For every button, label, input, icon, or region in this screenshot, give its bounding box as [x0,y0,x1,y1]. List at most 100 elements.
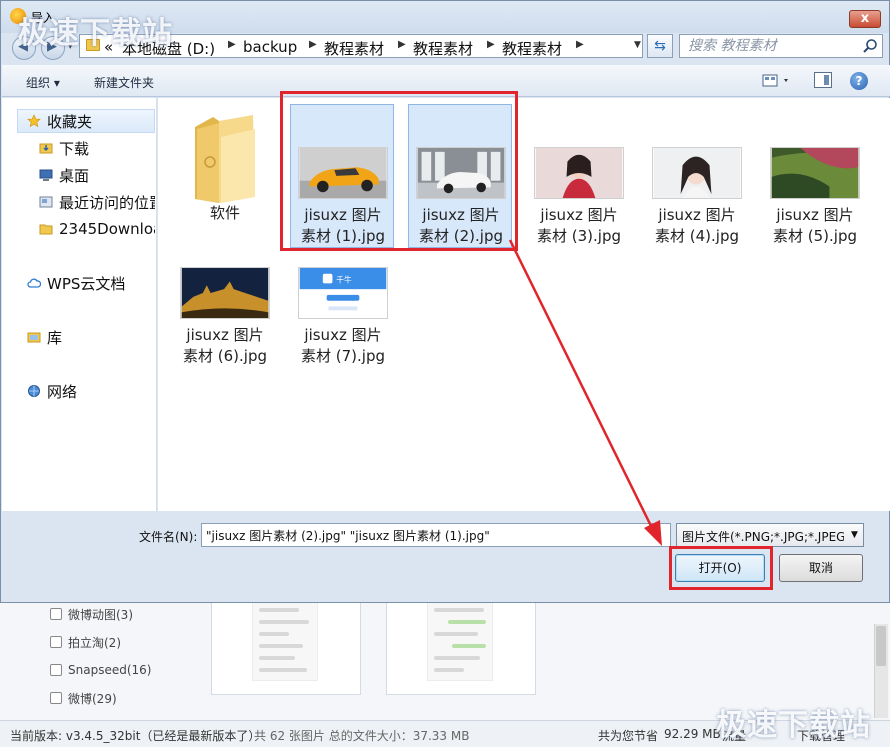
file-name: jisuxz 图片 [540,206,618,224]
search-icon[interactable] [862,38,878,54]
network-icon [28,385,40,397]
file-name: jisuxz 图片 [776,206,854,224]
album-item[interactable]: Snapseed(16) [50,660,151,680]
nav-label: 网络 [47,382,78,401]
chevron-right-icon[interactable]: ▶ [228,39,236,50]
filename-label: 文件名(N): [139,530,198,544]
nav-label: 2345Downloads [59,220,155,238]
search-box[interactable] [679,34,883,58]
chevron-down-icon: ▼ [851,530,858,540]
recent-places-icon [39,196,53,208]
help-icon[interactable]: ? [850,72,868,90]
search-input[interactable] [688,37,858,55]
desktop-icon [39,169,53,181]
open-button-highlight [669,546,773,590]
nav-desktop[interactable]: 桌面 [39,164,155,186]
album-icon [50,692,62,704]
nav-label: WPS云文档 [47,274,126,293]
nav-recent-places[interactable]: 最近访问的位置 [39,191,155,213]
portrait-photo-thumbnail [534,147,624,199]
nav-downloads[interactable]: 下载 [39,137,155,159]
file-name: jisuxz 图片 [186,326,264,344]
night-castle-photo-thumbnail [180,267,270,319]
file-name: jisuxz 图片 [304,326,382,344]
background-scrollbar-thumb[interactable] [876,626,886,666]
chevron-right-icon[interactable]: ▶ [487,39,495,50]
album-icon [50,664,62,676]
chevron-right-icon[interactable]: ▶ [576,39,584,50]
breadcrumb-current-folder[interactable]: 教程素材 [502,38,562,59]
nav-libraries[interactable]: 库 [27,326,151,348]
close-icon: x [860,11,870,26]
file-name-ext: 素材 (6).jpg [183,347,267,365]
nav-label: 下载 [59,139,90,158]
image-file-item[interactable]: jisuxz 图片 素材 (6).jpg [172,224,276,368]
refresh-button[interactable]: ⇆ [647,34,673,58]
folder-icon [39,224,53,235]
album-item[interactable]: 拍立淘(2) [50,632,121,652]
status-version: 当前版本: v3.4.5_32bit（已经是最新版本了） [10,729,261,743]
chevron-right-icon[interactable]: ▶ [309,39,317,50]
album-label: 微博(29) [68,691,117,706]
chat-screenshot-thumbnail [252,601,318,681]
file-name: 软件 [209,204,240,222]
selected-files-highlight [280,91,518,251]
app-screenshot-thumbnail: 千牛 [298,267,388,319]
nav-label: 最近访问的位置 [59,193,155,212]
nav-network[interactable]: 网络 [27,380,151,402]
file-name-ext: 素材 (3).jpg [537,227,621,245]
image-file-item[interactable]: jisuxz 图片 素材 (4).jpg [644,104,748,248]
library-icon [27,332,41,343]
watermark: 极速下载站 [716,708,871,743]
chat-screenshot-thumbnail [427,601,493,681]
status-saved-size: 92.29 MB [664,727,721,741]
screen: 微博动图(3) 拍立淘(2) Snapseed(16) 微博(29) 当前版本:… [0,0,890,747]
change-view-icon[interactable] [762,73,792,89]
album-label: 微博动图(3) [68,607,133,622]
album-item[interactable]: 微博动图(3) [50,604,133,624]
file-name-ext: 素材 (4).jpg [655,227,739,245]
breadcrumb-folder[interactable]: 教程素材 [324,38,384,59]
photo-thumbnail-card[interactable] [211,600,361,695]
nav-label: 桌面 [59,166,90,185]
landscape-photo-thumbnail [770,147,860,199]
portrait-photo-thumbnail [652,147,742,199]
star-icon [27,114,41,128]
new-folder-button[interactable]: 新建文件夹 [94,74,154,91]
nav-label: 收藏夹 [47,112,93,131]
nav-2345downloads[interactable]: 2345Downloads [39,218,155,240]
breadcrumb-folder[interactable]: 教程素材 [413,38,473,59]
refresh-icon: ⇆ [654,38,666,54]
status-saved: 共为您节省 [598,729,659,743]
album-item[interactable]: 微博(29) [50,688,117,708]
image-file-item[interactable]: jisuxz 图片 素材 (3).jpg [526,104,630,248]
cancel-button[interactable]: 取消 [779,554,863,582]
file-type-select[interactable]: 图片文件(*.PNG;*.JPG;*.JPEG;* ▼ [676,523,864,547]
nav-wps-cloud[interactable]: WPS云文档 [27,272,151,294]
navigation-pane [2,98,157,511]
image-file-item[interactable]: jisuxz 图片 素材 (5).jpg [762,104,866,248]
file-name: jisuxz 图片 [658,206,736,224]
breadcrumb-backup[interactable]: backup [243,38,297,56]
cloud-icon [27,278,41,288]
file-name-ext: 素材 (7).jpg [301,347,385,365]
organize-button[interactable]: 组织 ▾ [26,74,60,91]
nav-label: 库 [47,328,63,347]
app-brand-text: 千牛 [336,274,352,284]
downloads-folder-icon [39,143,53,154]
album-icon [50,608,62,620]
preview-pane-icon[interactable] [814,72,832,88]
chevron-right-icon[interactable]: ▶ [398,39,406,50]
status-total: 共 62 张图片 总的文件大小：37.33 MB [254,729,470,743]
album-label: 拍立淘(2) [68,635,121,650]
nav-favorites[interactable]: 收藏夹 [27,110,151,132]
filename-input[interactable] [201,523,671,547]
folder-icon [195,115,255,203]
watermark: 极速下载站 [18,16,173,51]
address-history-dropdown[interactable]: ▼ [634,40,641,50]
photo-thumbnail-card[interactable] [386,600,536,695]
file-name-ext: 素材 (5).jpg [773,227,857,245]
file-type-value: 图片文件(*.PNG;*.JPG;*.JPEG;* [682,530,844,544]
close-button[interactable]: x [849,10,881,28]
album-icon [50,636,62,648]
